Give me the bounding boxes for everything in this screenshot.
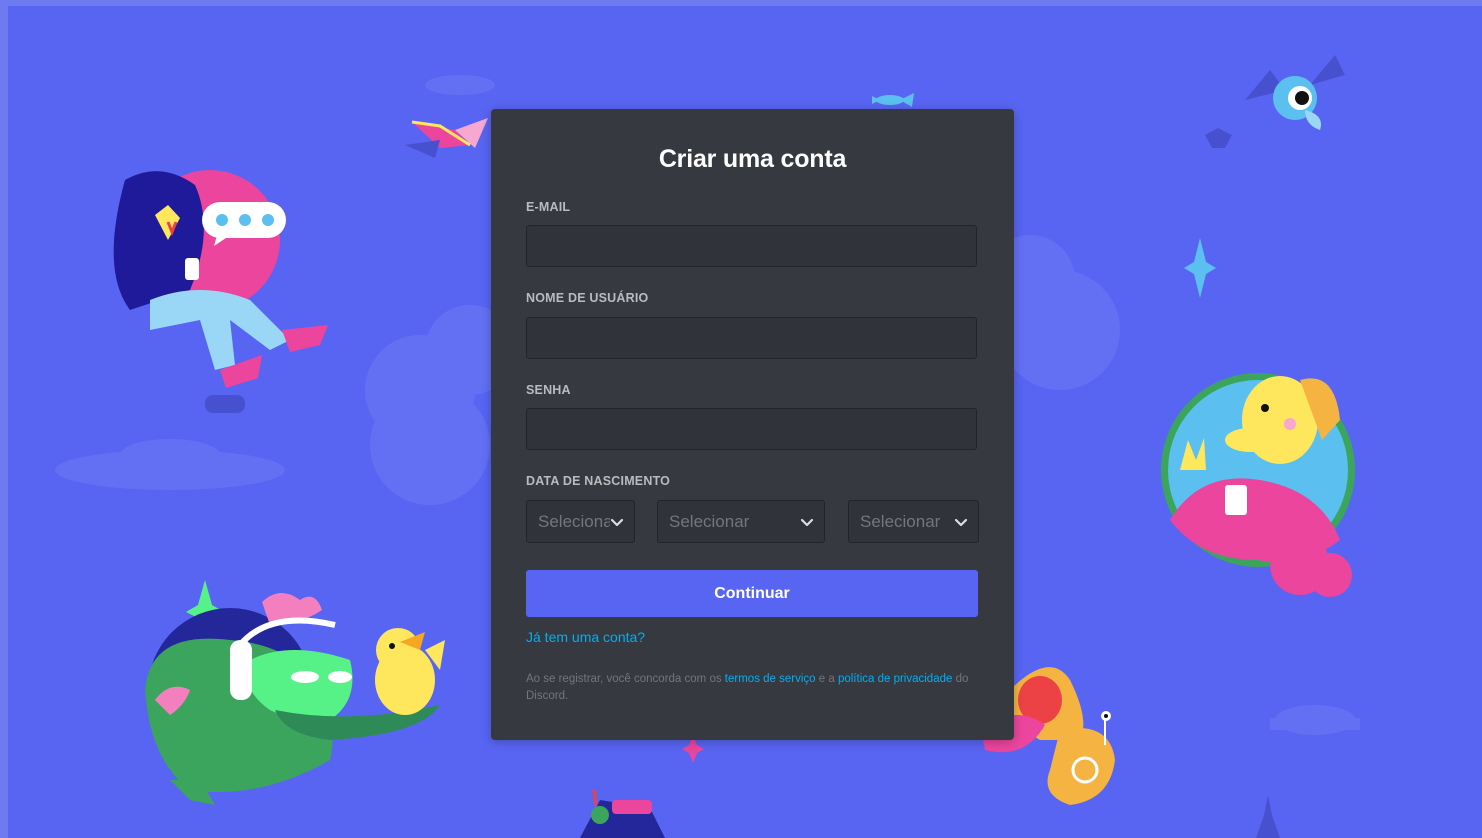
bat-eyeball-illustration bbox=[1205, 55, 1345, 148]
birthdate-label: DATA DE NASCIMENTO bbox=[526, 474, 671, 488]
yellow-duck-illustration bbox=[375, 628, 445, 715]
email-field[interactable] bbox=[526, 225, 977, 267]
birthdate-month-select[interactable]: Selecionar bbox=[657, 500, 825, 543]
birthdate-day-select[interactable]: Selecionar bbox=[526, 500, 635, 543]
waving-character-portrait-illustration bbox=[1161, 373, 1355, 597]
email-label: E-MAIL bbox=[526, 200, 571, 214]
robot-gadget-illustration bbox=[580, 789, 665, 838]
username-field[interactable] bbox=[526, 317, 977, 359]
terms-middle: e a bbox=[815, 673, 838, 685]
chevron-down-icon bbox=[800, 515, 814, 529]
page-title: Criar uma conta bbox=[658, 145, 847, 173]
register-card: Criar uma conta E-MAIL NOME DE USUÁRIO S… bbox=[491, 109, 1014, 740]
birthdate-year-select[interactable]: Selecionar bbox=[848, 500, 979, 543]
terms-prefix: Ao se registrar, você concorda com os bbox=[526, 673, 725, 685]
month-select-placeholder: Selecionar bbox=[669, 512, 750, 531]
username-label: NOME DE USUÁRIO bbox=[526, 291, 649, 305]
chevron-down-icon bbox=[954, 515, 968, 529]
terms-notice: Ao se registrar, você concorda com os te… bbox=[526, 671, 981, 705]
password-field[interactable] bbox=[526, 408, 977, 450]
flying-book-illustration bbox=[405, 118, 488, 158]
continue-button[interactable]: Continuar bbox=[526, 570, 978, 617]
day-select-placeholder: Selecionar bbox=[538, 512, 619, 531]
terms-of-service-link[interactable]: termos de serviço bbox=[725, 673, 816, 685]
privacy-policy-link[interactable]: política de privacidade bbox=[838, 673, 952, 685]
year-select-placeholder: Selecionar bbox=[860, 512, 941, 531]
password-label: SENHA bbox=[526, 383, 571, 397]
login-link[interactable]: Já tem uma conta? bbox=[526, 629, 645, 645]
fish-illustration bbox=[872, 93, 914, 107]
chevron-down-icon bbox=[610, 515, 624, 529]
